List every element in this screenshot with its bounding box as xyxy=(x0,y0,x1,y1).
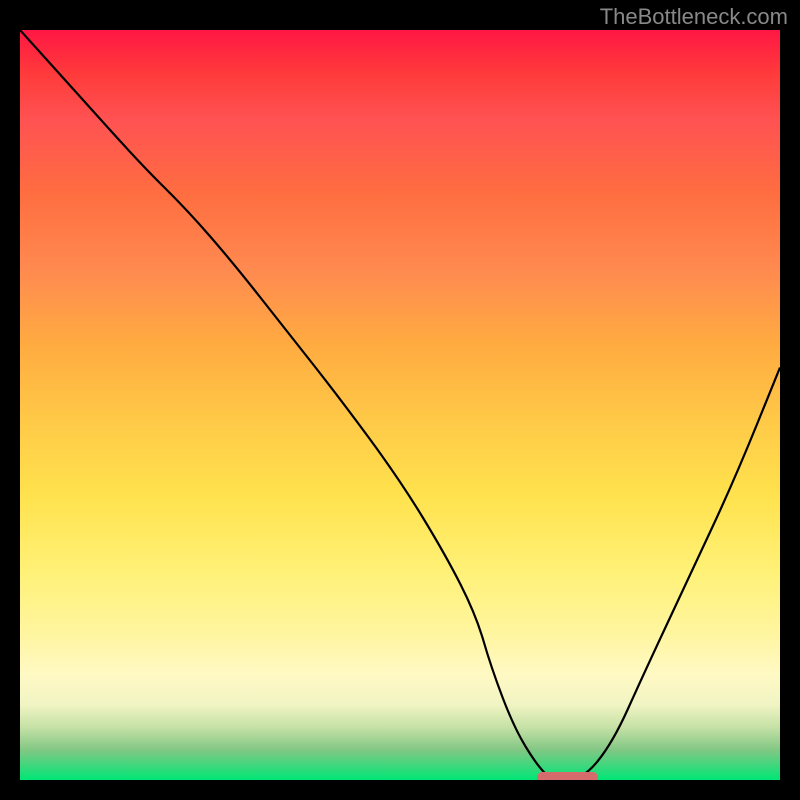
watermark-text: TheBottleneck.com xyxy=(600,4,788,30)
plot-area xyxy=(20,30,780,780)
optimum-marker xyxy=(537,772,598,780)
bottleneck-curve xyxy=(20,30,780,780)
